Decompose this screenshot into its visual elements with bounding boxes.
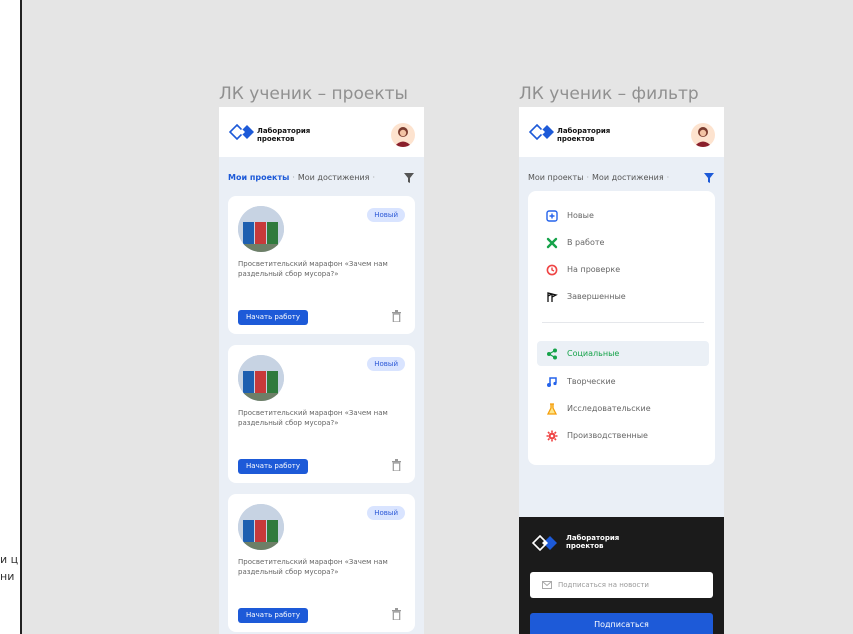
filter-item-label: На проверке [567,265,621,274]
filter-item-label: В работе [567,238,605,247]
tab-separator: · [666,173,670,182]
filter-item-label: Социальные [567,349,620,358]
project-card: Новый Просветительский марафон «Зачем на… [228,494,415,632]
project-thumbnail [238,504,284,550]
start-work-button[interactable]: Начать работу [238,459,308,474]
trash-icon[interactable] [392,459,401,471]
brand-name: Лаборатория проектов [566,534,620,550]
project-card: Новый Просветительский марафон «Зачем на… [228,345,415,483]
filter-item-completed[interactable]: Завершенные [537,284,709,309]
filter-item-new[interactable]: Новые [537,203,709,228]
mail-icon [542,581,552,589]
tab-separator: · [372,173,376,182]
tab-separator: · [292,173,295,182]
subscribe-button[interactable]: Подписаться [530,613,713,634]
trash-icon[interactable] [392,310,401,322]
filter-item-creative[interactable]: Творческие [537,369,709,394]
tab-achievements[interactable]: Мои достижения [298,173,370,182]
gear-icon [545,429,559,443]
status-badge: Новый [367,506,405,520]
divider [542,322,704,323]
filter-item-label: Производственные [567,431,648,440]
logo-icon[interactable] [531,535,559,551]
brand-name: Лаборатория проектов [257,127,311,143]
clock-icon [545,263,559,277]
filter-item-label: Новые [567,211,594,220]
tabs: Мои проекты · Мои достижения · [228,173,378,182]
subscribe-field[interactable] [530,572,713,598]
flask-icon [545,402,559,416]
bins-image [238,504,284,550]
bins-image [238,355,284,401]
flags-icon [545,290,559,304]
brand-name: Лаборатория проектов [557,127,611,143]
project-thumbnail [238,355,284,401]
tab-separator: · [586,173,590,182]
filter-icon[interactable] [703,172,715,184]
filter-item-research[interactable]: Исследовательские [537,396,709,421]
filter-item-social[interactable]: Социальные [537,341,709,366]
tabs: Мои проекты · Мои достижения · [528,173,672,182]
project-description: Просветительский марафон «Зачем нам разд… [238,409,388,427]
avatar-icon [694,127,712,147]
frame-title-filter: ЛК ученик – фильтр [519,84,699,104]
avatar[interactable] [691,123,715,147]
start-work-button[interactable]: Начать работу [238,310,308,325]
frame-title-projects: ЛК ученик – проекты [219,84,408,104]
status-badge: Новый [367,357,405,371]
filter-item-industrial[interactable]: Производственные [537,423,709,448]
app-header: Лаборатория проектов [519,107,724,157]
filter-icon[interactable] [403,172,415,184]
footer: Лаборатория проектов Подписаться [519,517,724,634]
music-note-icon [545,375,559,389]
cross-tools-icon [545,236,559,250]
phone-projects: Лаборатория проектов Мои проекты · Мои дос… [219,107,424,634]
avatar-icon [394,127,412,147]
project-card: Новый Просветительский марафон «Зачем на… [228,196,415,334]
subscribe-input[interactable] [558,581,698,589]
app-header: Лаборатория проектов [219,107,424,157]
project-description: Просветительский марафон «Зачем нам разд… [238,260,388,278]
project-description: Просветительский марафон «Зачем нам разд… [238,558,388,576]
project-thumbnail [238,206,284,252]
start-work-button[interactable]: Начать работу [238,608,308,623]
tab-my-projects[interactable]: Мои проекты [228,173,289,182]
bins-image [238,206,284,252]
left-text-fragment: и ц ни [0,553,19,583]
filter-item-label: Завершенные [567,292,626,301]
filter-item-review[interactable]: На проверке [537,257,709,282]
phone-filter: Лаборатория проектов Мои проекты · Мои дос… [519,107,724,634]
share-icon [545,347,559,361]
trash-icon[interactable] [392,608,401,620]
avatar[interactable] [391,123,415,147]
logo-icon[interactable] [529,124,555,140]
filter-item-label: Творческие [567,377,616,386]
new-icon [545,209,559,223]
filter-panel: Новые В работе На проверке Завершенные С… [528,191,715,465]
logo-icon[interactable] [229,124,255,140]
status-badge: Новый [367,208,405,222]
tab-my-projects[interactable]: Мои проекты [528,173,583,182]
filter-item-in-progress[interactable]: В работе [537,230,709,255]
left-panel [0,0,22,634]
filter-item-label: Исследовательские [567,404,651,413]
tab-achievements[interactable]: Мои достижения [592,173,664,182]
